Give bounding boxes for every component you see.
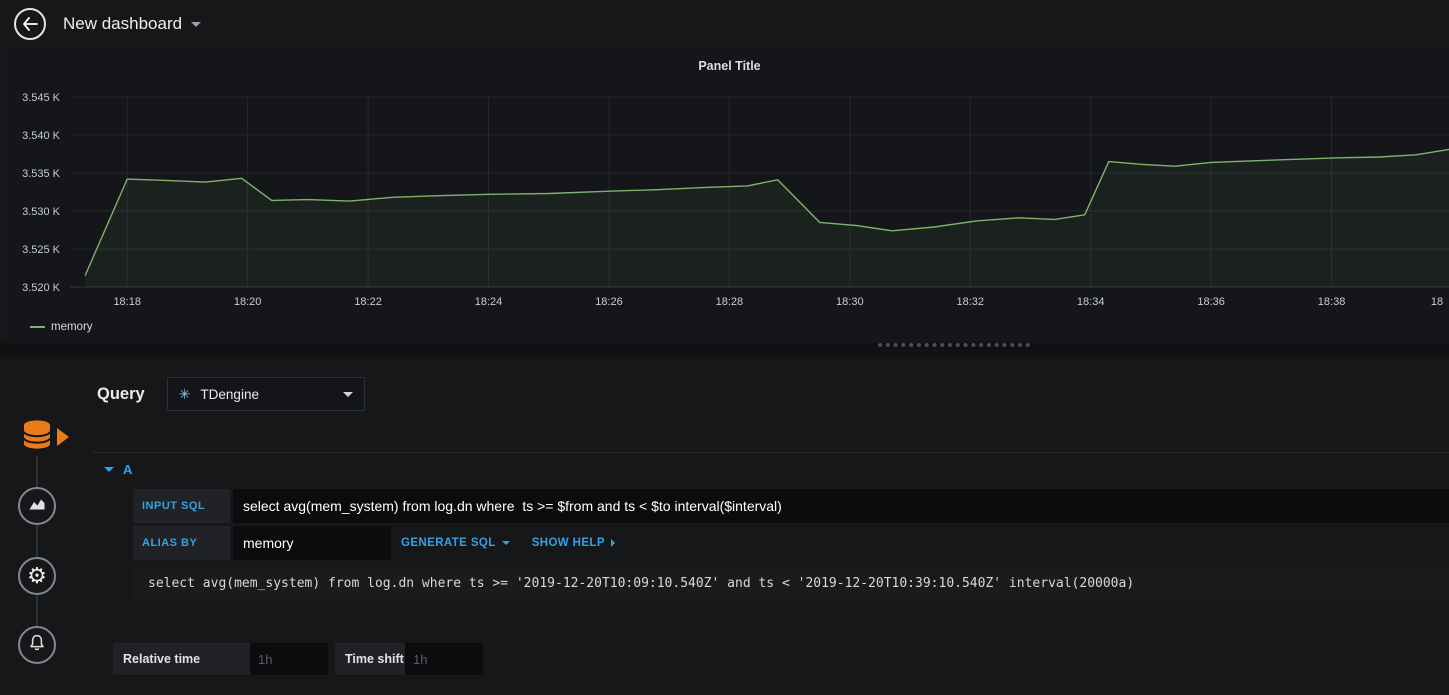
svg-text:18:34: 18:34 (1077, 296, 1105, 308)
show-help-label: SHOW HELP (531, 537, 605, 549)
caret-right-icon (610, 539, 615, 547)
datasource-name: TDengine (200, 386, 259, 402)
svg-text:18:24: 18:24 (475, 296, 503, 308)
active-tab-arrow-icon (57, 428, 69, 446)
top-header: New dashboard (0, 0, 1449, 48)
svg-text:3.540 K: 3.540 K (22, 130, 61, 142)
svg-text:18:22: 18:22 (354, 296, 382, 308)
svg-text:18:36: 18:36 (1197, 296, 1225, 308)
back-button[interactable] (14, 8, 46, 40)
editor-tab-rail: ⚙︎ (0, 357, 85, 695)
panel-resize-handle[interactable] (878, 341, 1030, 347)
chart-panel: Panel Title 3.545 K 3.540 K 3.535 K 3.530 K… (10, 48, 1449, 343)
tab-alert[interactable] (18, 626, 56, 664)
legend-item-memory[interactable]: memory (30, 318, 93, 336)
tab-visualization[interactable] (18, 487, 56, 525)
tdengine-icon: ✳ (178, 386, 191, 402)
svg-text:18:38: 18:38 (1318, 296, 1346, 308)
query-divider (92, 452, 1449, 453)
svg-text:3.530 K: 3.530 K (22, 206, 61, 218)
panel-editor: ⚙︎ Query ✳ TDengine A INPUT SQL select a… (0, 357, 1449, 695)
query-header: Query ✳ TDengine (97, 377, 365, 411)
input-sql-field[interactable] (233, 489, 1449, 523)
alias-by-row: ALIAS BY GENERATE SQL SHOW HELP (133, 526, 615, 560)
chevron-down-icon (342, 391, 353, 397)
legend-series-swatch (30, 326, 45, 328)
svg-text:3.545 K: 3.545 K (22, 92, 61, 104)
generate-sql-button[interactable]: GENERATE SQL (401, 537, 510, 549)
time-shift-label: Time shift (335, 643, 405, 675)
input-sql-label: INPUT SQL (133, 489, 230, 523)
generated-sql-preview: select avg(mem_system) from log.dn where… (148, 575, 1135, 591)
section-divider (0, 343, 1449, 357)
svg-text:18: 18 (1431, 296, 1443, 308)
svg-text:18:32: 18:32 (956, 296, 984, 308)
caret-down-icon (501, 541, 510, 545)
caret-down-icon[interactable] (191, 21, 202, 27)
alias-by-field[interactable] (233, 526, 391, 560)
collapse-caret-icon (104, 466, 114, 472)
query-options-row: Relative time Time shift (113, 643, 483, 675)
time-shift-input[interactable] (405, 643, 483, 675)
svg-text:18:28: 18:28 (716, 296, 744, 308)
relative-time-label: Relative time (113, 643, 250, 675)
database-icon (18, 416, 56, 459)
datasource-select[interactable]: ✳ TDengine (166, 377, 365, 411)
bell-icon (27, 633, 47, 658)
chart-svg: 3.545 K 3.540 K 3.535 K 3.530 K 3.525 K 3.520… (22, 92, 1449, 308)
svg-text:3.520 K: 3.520 K (22, 282, 61, 294)
tab-connector-line (36, 456, 38, 626)
alias-by-label: ALIAS BY (133, 526, 230, 560)
generate-sql-label: GENERATE SQL (401, 537, 496, 549)
input-sql-row: INPUT SQL (133, 489, 1449, 523)
legend-label: memory (51, 321, 93, 333)
area-chart-icon (27, 494, 47, 519)
dashboard-title[interactable]: New dashboard (63, 14, 182, 34)
relative-time-input[interactable] (250, 643, 328, 675)
tab-general[interactable]: ⚙︎ (18, 557, 56, 595)
gear-icon: ⚙︎ (27, 563, 47, 588)
tab-queries[interactable] (18, 418, 56, 456)
svg-text:3.535 K: 3.535 K (22, 168, 61, 180)
query-section-title: Query (97, 384, 145, 403)
svg-text:18:30: 18:30 (836, 296, 864, 308)
arrow-left-icon (22, 17, 38, 31)
query-row-header[interactable]: A (104, 459, 132, 479)
svg-text:18:26: 18:26 (595, 296, 623, 308)
svg-text:3.525 K: 3.525 K (22, 244, 61, 256)
query-row-letter: A (123, 461, 133, 477)
svg-text:18:20: 18:20 (234, 296, 262, 308)
show-help-button[interactable]: SHOW HELP (532, 537, 615, 549)
svg-text:18:18: 18:18 (113, 296, 141, 308)
